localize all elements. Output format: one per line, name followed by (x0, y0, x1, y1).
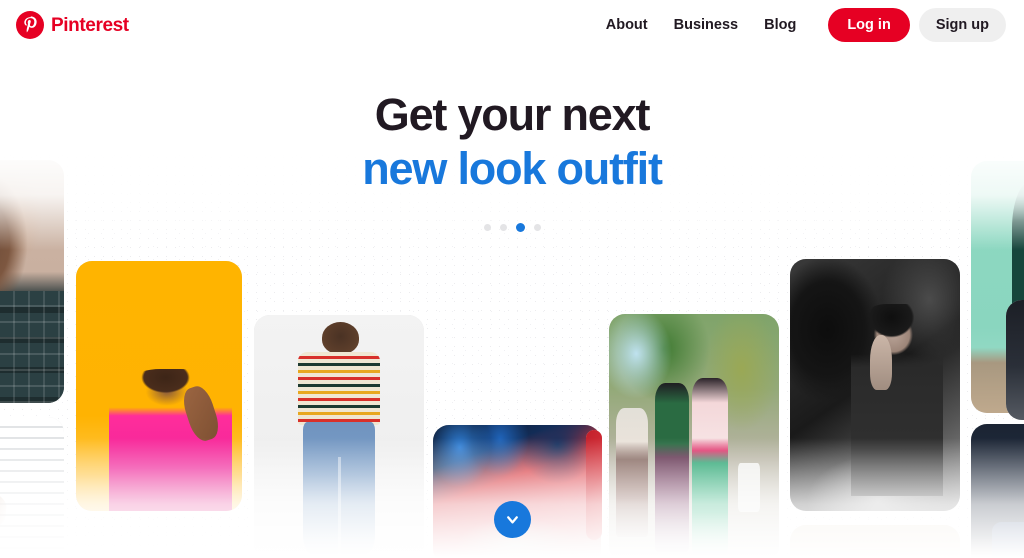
chevron-down-icon (507, 516, 518, 524)
nav-link-about[interactable]: About (593, 10, 661, 41)
card-red-edge-image (586, 430, 602, 540)
card-striped-tee[interactable] (254, 315, 424, 558)
arm-detail (0, 485, 8, 532)
head-detail (322, 322, 360, 355)
nav-link-business[interactable]: Business (661, 10, 751, 41)
card-yellow-pink[interactable] (76, 261, 242, 511)
jeans-detail (303, 422, 375, 555)
card-street-style[interactable] (609, 314, 779, 558)
white-bag-detail (738, 462, 761, 513)
pinterest-p-icon (16, 11, 44, 39)
card-portrait-beige-image (0, 160, 64, 403)
striped-tee-detail (298, 351, 380, 425)
card-red-edge[interactable] (586, 430, 602, 540)
card-dark-blue[interactable] (971, 424, 1024, 558)
left-person-detail (654, 383, 689, 553)
card-dark-blue-image (971, 424, 1024, 558)
clasped-hands-detail (869, 334, 892, 391)
portrait-subject-detail (851, 304, 943, 496)
right-person-detail (692, 378, 728, 555)
masonry-image-grid (0, 0, 1024, 558)
card-light-stripe[interactable] (0, 417, 64, 558)
card-striped-tee-image (254, 315, 424, 558)
signup-button[interactable]: Sign up (918, 7, 1006, 43)
card-mesh-dark-image (1006, 300, 1024, 420)
card-light-stripe-image (0, 417, 64, 558)
pinterest-logo-link[interactable]: Pinterest (16, 11, 129, 39)
carousel-dot-3-active[interactable] (515, 223, 525, 232)
card-sand-fade-image (790, 525, 960, 558)
card-bw-portrait-image (790, 259, 960, 511)
card-abstract-red-image (433, 425, 601, 558)
pinterest-landing-page: Pinterest About Business Blog Log in Sig… (0, 0, 1024, 558)
plaid-shirt-detail (0, 291, 64, 403)
carousel-dot-1[interactable] (483, 224, 491, 231)
card-street-style-image (609, 314, 779, 558)
card-yellow-pink-image (76, 261, 242, 511)
legs-sneakers-detail (991, 522, 1024, 558)
card-portrait-beige[interactable] (0, 160, 64, 403)
sand-shape-detail (820, 549, 930, 558)
pink-sweater-figure (109, 368, 233, 511)
login-button[interactable]: Log in (828, 7, 910, 43)
carousel-dot-4[interactable] (533, 224, 541, 231)
card-mesh-dark[interactable] (1006, 300, 1024, 420)
brand-name-text: Pinterest (51, 14, 129, 36)
carousel-dot-2[interactable] (499, 224, 507, 231)
nav-link-blog[interactable]: Blog (751, 10, 809, 41)
card-bw-portrait[interactable] (790, 259, 960, 511)
background-people-detail (615, 408, 649, 538)
site-header: Pinterest About Business Blog Log in Sig… (0, 0, 1024, 50)
card-sand-fade[interactable] (790, 525, 960, 558)
carousel-dots (0, 223, 1024, 232)
card-abstract-red[interactable] (433, 425, 601, 558)
scroll-down-button[interactable] (494, 501, 531, 538)
main-navigation: About Business Blog Log in Sign up (593, 7, 1006, 43)
